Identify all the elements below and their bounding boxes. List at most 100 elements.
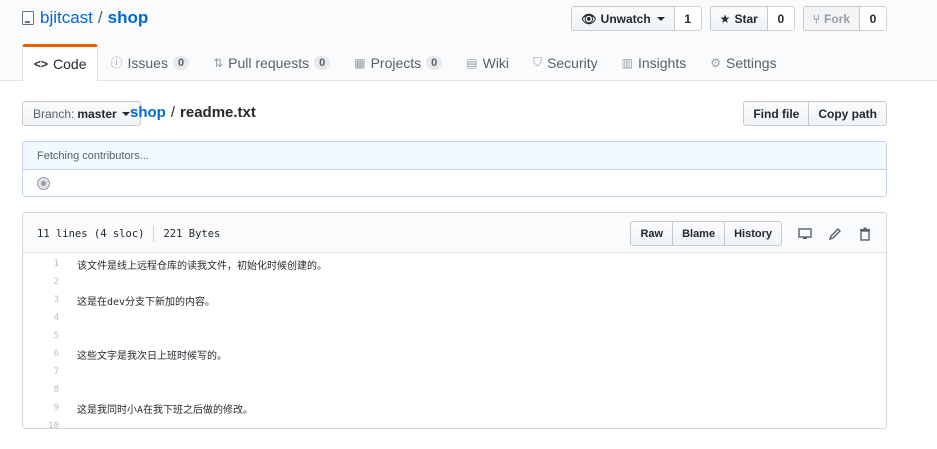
code-line: 10 bbox=[23, 417, 886, 428]
branch-value: master bbox=[77, 106, 117, 121]
file-lines-info: 11 lines (4 sloc) bbox=[37, 228, 145, 240]
repo-name-link[interactable]: shop bbox=[108, 8, 149, 28]
watch-group: 👁 Unwatch 1 bbox=[571, 6, 702, 31]
code-line: 8 bbox=[23, 381, 886, 399]
star-label: Star bbox=[734, 11, 758, 26]
tab-label: Projects bbox=[370, 54, 422, 71]
tab-pull-requests[interactable]: ⇅ Pull requests 0 bbox=[201, 44, 342, 80]
tab-label: Settings bbox=[726, 54, 777, 71]
star-group: ★ Star 0 bbox=[709, 6, 795, 31]
line-number[interactable]: 6 bbox=[23, 349, 63, 359]
code-icon: <> bbox=[34, 57, 49, 71]
code-line: 4 bbox=[23, 309, 886, 327]
caret-down-icon bbox=[121, 111, 130, 116]
file-header: 11 lines (4 sloc) 221 Bytes Raw Blame Hi… bbox=[23, 213, 886, 253]
line-number[interactable]: 4 bbox=[23, 313, 63, 323]
repo-owner-link[interactable]: bjitcast bbox=[40, 8, 93, 28]
repo-tabs: <> Code ⓘ Issues 0 ⇅ Pull requests 0 ▦ Projects 0 ▤… bbox=[22, 44, 789, 81]
contributors-row bbox=[23, 170, 886, 196]
line-number[interactable]: 3 bbox=[23, 295, 63, 305]
line-content: 这是我同时小A在我下班之后做的修改。 bbox=[77, 404, 254, 416]
file-viewer: 11 lines (4 sloc) 221 Bytes Raw Blame Hi… bbox=[22, 212, 887, 429]
line-number[interactable]: 8 bbox=[23, 385, 63, 395]
tab-label: Code bbox=[53, 56, 87, 72]
forks-count[interactable]: 0 bbox=[860, 6, 887, 31]
tab-settings[interactable]: ⚙ Settings bbox=[698, 44, 788, 80]
tab-counter: 0 bbox=[426, 55, 443, 70]
pencil-icon[interactable] bbox=[828, 227, 842, 241]
fork-label: Fork bbox=[823, 11, 850, 26]
code-line: 1 该文件是线上远程仓库的读我文件，初始化时候创建的。 bbox=[23, 255, 886, 273]
tab-wiki[interactable]: ▤ Wiki bbox=[454, 44, 521, 80]
find-file-button[interactable]: Find file bbox=[743, 101, 810, 126]
code-line: 2 bbox=[23, 273, 886, 291]
repo-title-separator: / bbox=[97, 8, 103, 27]
star-icon: ★ bbox=[719, 11, 731, 26]
tab-label: Wiki bbox=[482, 54, 510, 71]
issue-icon: ⓘ bbox=[110, 56, 123, 70]
code-line: 5 bbox=[23, 327, 886, 345]
file-navigation: Branch: master shop / readme.txt Find fi… bbox=[22, 101, 887, 126]
tab-projects[interactable]: ▦ Projects 0 bbox=[342, 44, 454, 80]
unwatch-label: Unwatch bbox=[600, 11, 651, 26]
line-content: 该文件是线上远程仓库的读我文件，初始化时候创建的。 bbox=[77, 260, 327, 272]
copy-path-button[interactable]: Copy path bbox=[809, 101, 887, 126]
code-line: 7 bbox=[23, 363, 886, 381]
breadcrumb: shop / readme.txt bbox=[130, 104, 256, 121]
file-info: 11 lines (4 sloc) 221 Bytes bbox=[37, 226, 220, 242]
code-content: 1 该文件是线上远程仓库的读我文件，初始化时候创建的。 2 3 这是在dev分支下新加的… bbox=[23, 253, 886, 428]
line-number[interactable]: 2 bbox=[23, 277, 63, 287]
raw-button[interactable]: Raw bbox=[630, 221, 674, 246]
line-number[interactable]: 7 bbox=[23, 367, 63, 377]
avatar[interactable] bbox=[37, 177, 50, 190]
tab-label: Issues bbox=[127, 54, 168, 71]
unwatch-button[interactable]: 👁 Unwatch bbox=[571, 6, 675, 31]
line-number[interactable]: 5 bbox=[23, 331, 63, 341]
shield-icon: ⛉ bbox=[533, 55, 543, 69]
tab-insights[interactable]: ▥ Insights bbox=[610, 44, 699, 80]
star-button[interactable]: ★ Star bbox=[709, 6, 768, 31]
tab-label: Security bbox=[547, 54, 598, 71]
tab-label: Insights bbox=[637, 54, 687, 71]
tab-issues[interactable]: ⓘ Issues 0 bbox=[98, 44, 201, 80]
line-number[interactable]: 10 bbox=[23, 421, 63, 428]
commit-tease-box: Fetching contributors... bbox=[22, 141, 887, 197]
fork-icon: ⑂ bbox=[812, 11, 820, 26]
line-content: 这些文字是我次日上班时候写的。 bbox=[77, 350, 227, 362]
stargazers-count[interactable]: 0 bbox=[767, 6, 795, 31]
tab-code[interactable]: <> Code bbox=[22, 44, 99, 81]
watchers-count[interactable]: 1 bbox=[674, 6, 702, 31]
eye-icon: 👁 bbox=[581, 11, 597, 26]
file-actions: Raw Blame History bbox=[630, 221, 872, 246]
code-line: 9 这是我同时小A在我下班之后做的修改。 bbox=[23, 399, 886, 417]
line-number[interactable]: 1 bbox=[23, 259, 63, 269]
repo-actions: 👁 Unwatch 1 ★ Star 0 ⑂ Fork 0 bbox=[571, 6, 887, 31]
branch-select-button[interactable]: Branch: master bbox=[22, 101, 141, 126]
blame-button[interactable]: Blame bbox=[673, 221, 726, 246]
file-size: 221 Bytes bbox=[163, 228, 221, 240]
project-icon: ▦ bbox=[354, 55, 366, 70]
caret-down-icon bbox=[656, 16, 665, 21]
trash-icon[interactable] bbox=[858, 227, 872, 241]
graph-icon: ▥ bbox=[621, 55, 633, 70]
desktop-icon[interactable] bbox=[798, 227, 812, 241]
breadcrumb-file: readme.txt bbox=[180, 104, 256, 121]
tab-label: Pull requests bbox=[228, 54, 310, 71]
fork-button[interactable]: ⑂ Fork bbox=[802, 6, 860, 31]
tab-security[interactable]: ⛉ Security bbox=[521, 44, 610, 80]
repo-title: bjitcast / shop bbox=[22, 8, 148, 28]
commit-status: Fetching contributors... bbox=[23, 142, 886, 170]
gear-icon: ⚙ bbox=[710, 55, 721, 70]
line-content: 这是在dev分支下新加的内容。 bbox=[77, 296, 216, 308]
code-line: 6 这些文字是我次日上班时候写的。 bbox=[23, 345, 886, 363]
book-icon: ▤ bbox=[466, 55, 478, 70]
line-number[interactable]: 9 bbox=[23, 403, 63, 413]
history-button[interactable]: History bbox=[725, 221, 782, 246]
tab-counter: 0 bbox=[314, 55, 331, 70]
file-nav-actions: Find file Copy path bbox=[743, 101, 887, 126]
repo-icon bbox=[22, 11, 34, 25]
branch-label: Branch: bbox=[33, 106, 75, 121]
pull-request-icon: ⇅ bbox=[213, 55, 224, 70]
breadcrumb-repo-link[interactable]: shop bbox=[130, 104, 166, 121]
tab-counter: 0 bbox=[172, 55, 190, 70]
